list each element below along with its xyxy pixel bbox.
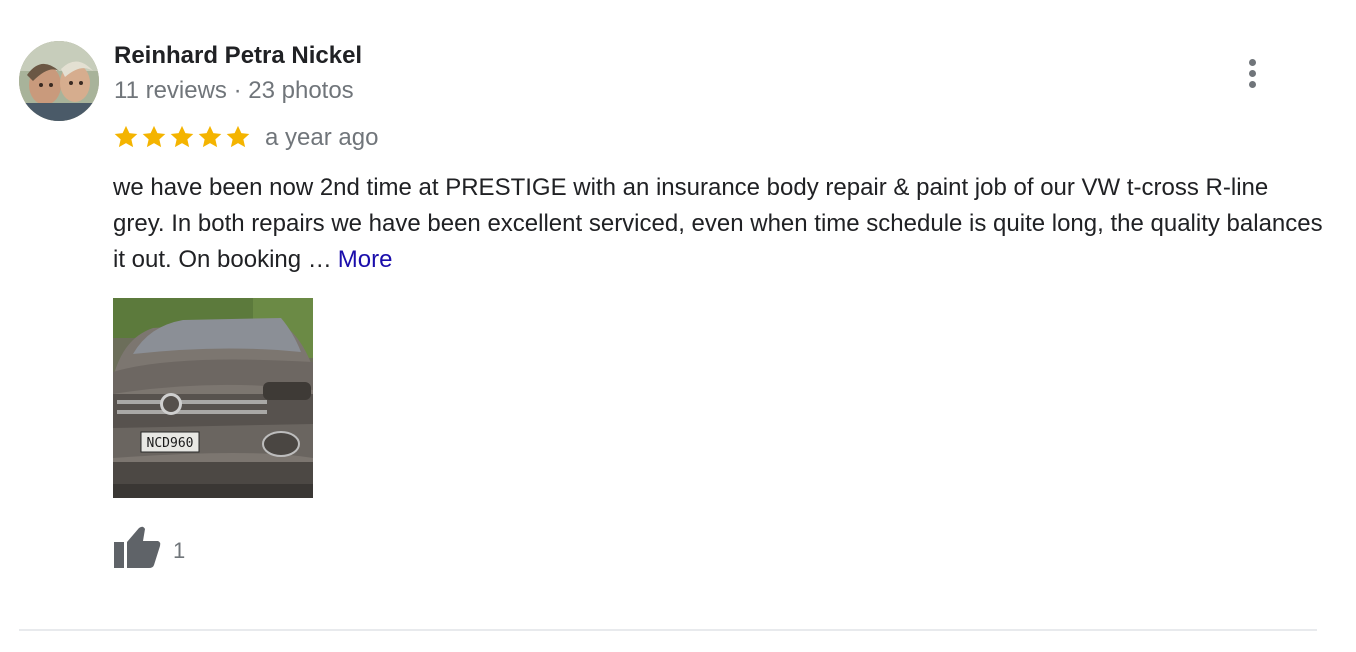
- menu-dot: [1249, 81, 1256, 88]
- review-text: we have been now 2nd time at PRESTIGE wi…: [113, 170, 1323, 278]
- author-avatar[interactable]: [19, 41, 99, 121]
- like-count: 1: [173, 538, 186, 563]
- divider: [19, 629, 1317, 631]
- star-icon: [142, 125, 166, 148]
- star-rating: [112, 123, 252, 151]
- star-icon: [226, 125, 250, 148]
- license-plate: NCD960: [147, 436, 194, 451]
- review-body: we have been now 2nd time at PRESTIGE wi…: [113, 174, 1323, 273]
- star-icon: [114, 125, 138, 148]
- star-icon: [170, 125, 194, 148]
- thumb-up-icon[interactable]: [112, 524, 162, 570]
- author-meta: 11 reviews · 23 photos: [114, 77, 354, 104]
- star-icon: [198, 125, 222, 148]
- author-name[interactable]: Reinhard Petra Nickel: [114, 41, 362, 71]
- review-card: Reinhard Petra Nickel 11 reviews · 23 ph…: [0, 0, 1356, 652]
- more-vert-icon[interactable]: [1236, 55, 1270, 91]
- review-photo[interactable]: NCD960: [113, 298, 313, 498]
- more-link[interactable]: More: [338, 246, 393, 273]
- menu-dot: [1249, 70, 1256, 77]
- review-time: a year ago: [265, 124, 379, 151]
- menu-dot: [1249, 59, 1256, 66]
